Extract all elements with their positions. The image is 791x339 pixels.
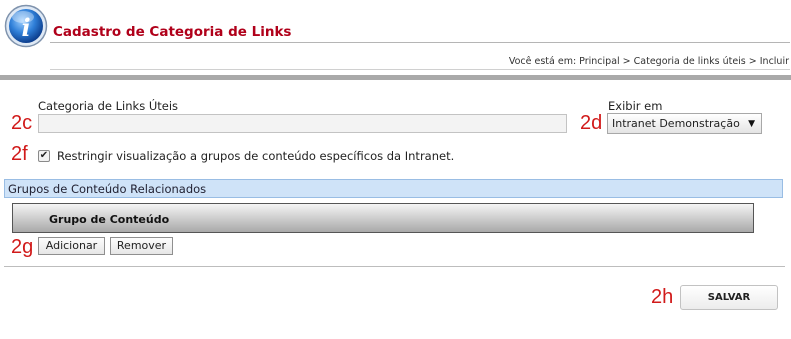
restrict-checkbox[interactable]: ✔ [38,150,50,162]
exibir-selected-value: Intranet Demonstração [612,117,740,130]
category-label: Categoria de Links Úteis [38,99,179,113]
exibir-select[interactable]: Intranet Demonstração ▼ [607,113,762,134]
grid-column-header: Grupo de Conteúdo [12,203,754,233]
restrict-label: Restringir visualização a grupos de cont… [57,149,455,163]
exibir-label: Exibir em [608,99,663,113]
header-divider [0,75,791,80]
info-icon: i [4,4,48,48]
svg-text:i: i [21,13,30,42]
page-title: Cadastro de Categoria de Links [53,24,292,40]
remove-button[interactable]: Remover [110,237,173,255]
annotation-marker-2f: 2f [11,143,28,165]
breadcrumb-divider [50,69,790,70]
checkmark-icon: ✔ [39,150,49,161]
section-header: Grupos de Conteúdo Relacionados [4,179,783,198]
title-divider [50,42,790,43]
breadcrumb: Você está em: Principal > Categoria de l… [508,56,789,67]
category-input[interactable] [38,114,567,133]
annotation-marker-2g: 2g [11,236,34,258]
add-button[interactable]: Adicionar [38,237,105,255]
triangle-down-icon: ▼ [748,119,755,129]
annotation-marker-2h: 2h [651,286,674,308]
annotation-marker-2c: 2c [11,112,33,134]
save-button[interactable]: SALVAR [680,285,778,310]
annotation-marker-2d: 2d [580,112,603,134]
footer-divider [4,266,785,267]
